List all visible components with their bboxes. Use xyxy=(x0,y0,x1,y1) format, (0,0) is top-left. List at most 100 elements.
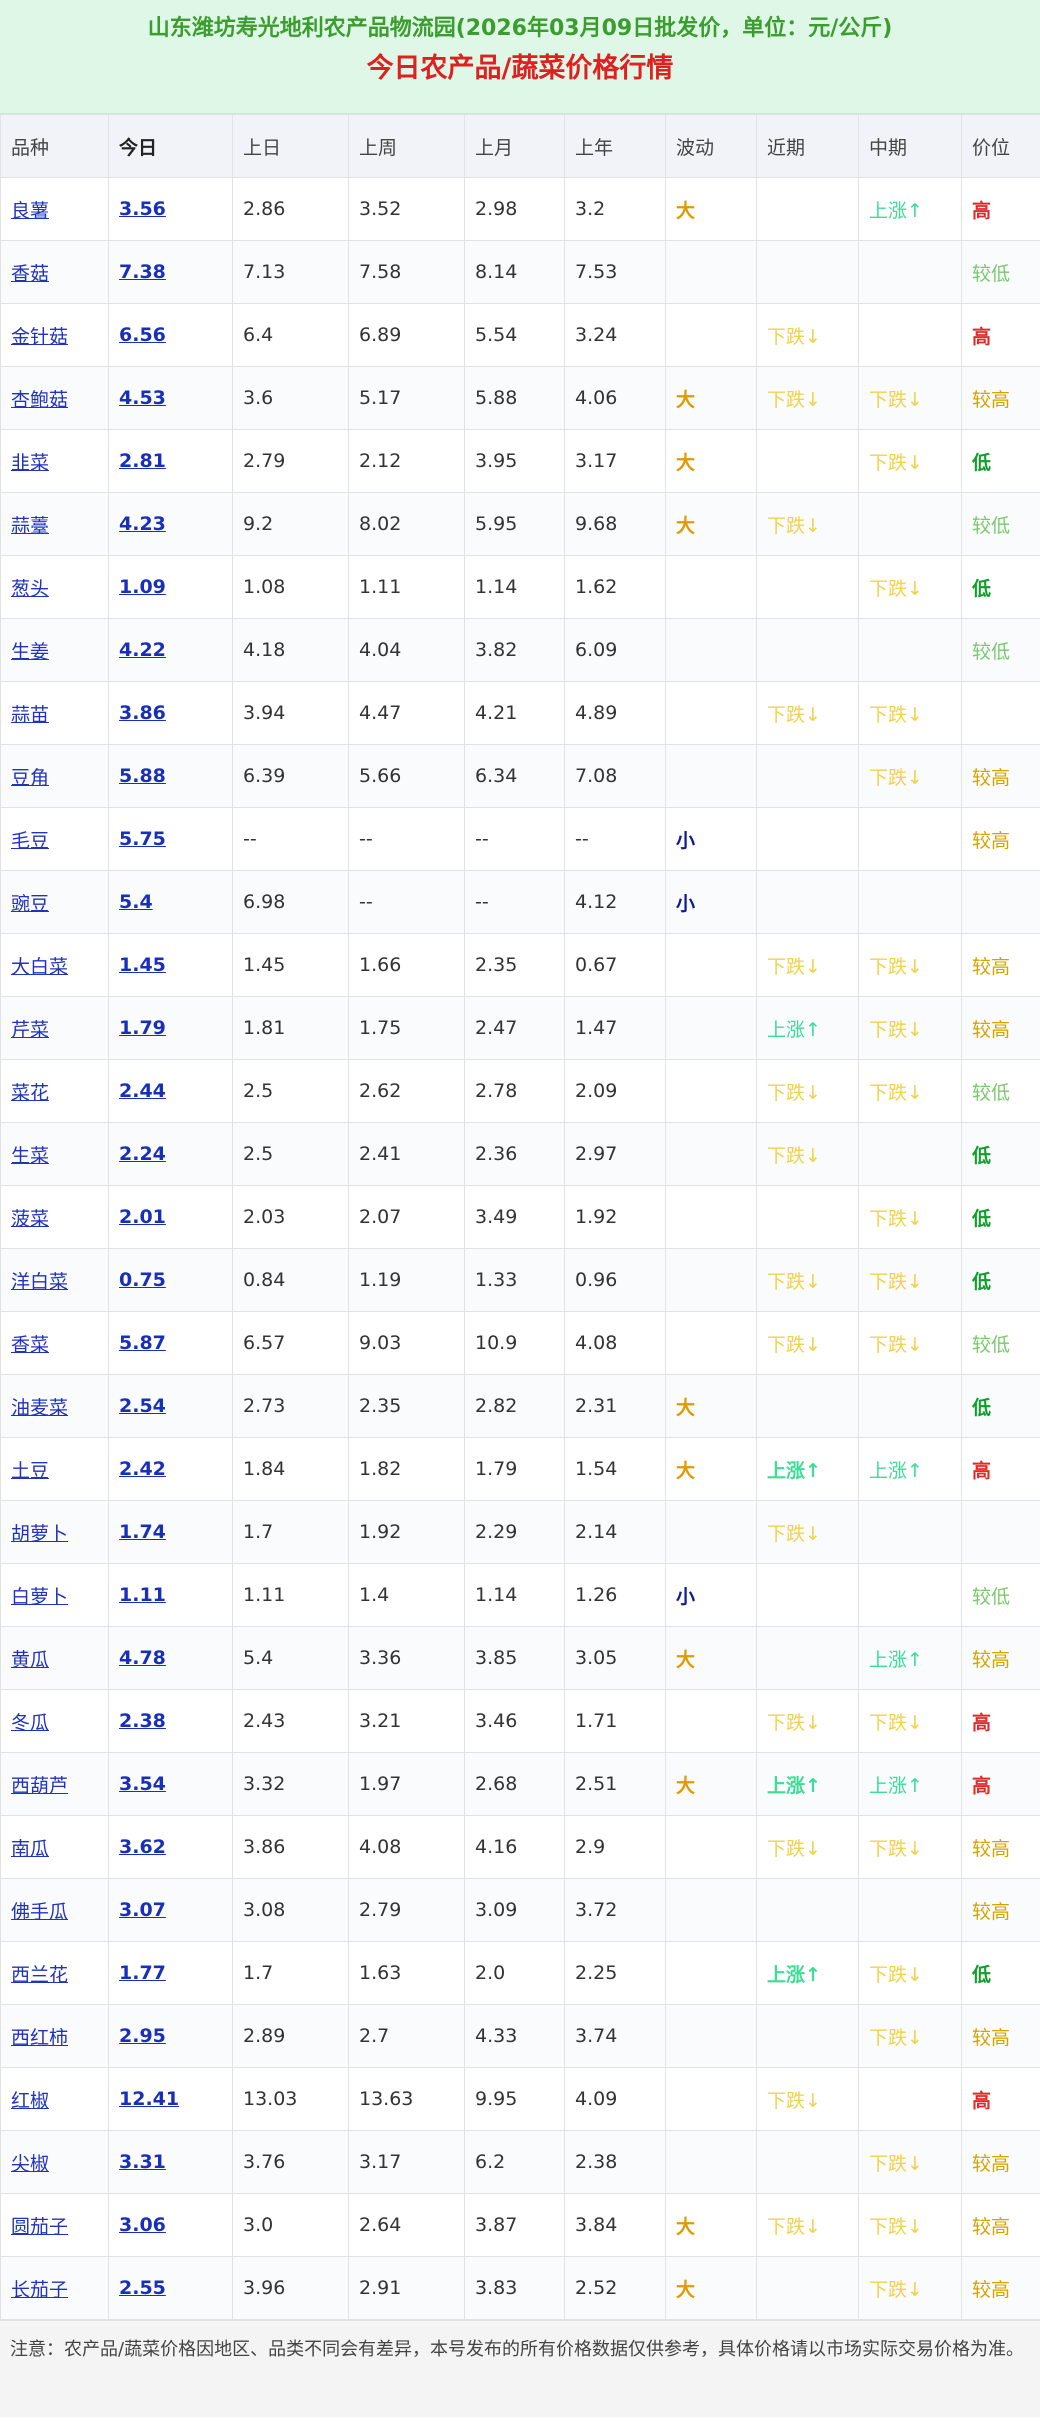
mid-trend-cell: 上涨↑ xyxy=(858,177,962,241)
today-price-link[interactable]: 5.87 xyxy=(119,1332,166,1354)
today-price-link-cell: 2.38 xyxy=(108,1689,233,1753)
product-name-link[interactable]: 生菜 xyxy=(11,1145,49,1167)
today-price-link[interactable]: 4.23 xyxy=(119,513,166,535)
product-name-link[interactable]: 杏鲍菇 xyxy=(11,389,68,411)
col-header-prev-week[interactable]: 上周 xyxy=(348,114,465,178)
today-price-link[interactable]: 2.55 xyxy=(119,2277,166,2299)
today-price-link[interactable]: 3.31 xyxy=(119,2151,166,2173)
today-price-link[interactable]: 2.38 xyxy=(119,1710,166,1732)
product-name-link[interactable]: 毛豆 xyxy=(11,830,49,852)
col-header-prev-year[interactable]: 上年 xyxy=(564,114,666,178)
prev-month-price-cell: 2.35 xyxy=(464,933,565,997)
product-name-link[interactable]: 长茄子 xyxy=(11,2279,68,2301)
product-name-link[interactable]: 蒜薹 xyxy=(11,515,49,537)
today-price-link[interactable]: 2.54 xyxy=(119,1395,166,1417)
today-price-link[interactable]: 1.74 xyxy=(119,1521,166,1543)
today-price-link[interactable]: 3.07 xyxy=(119,1899,166,1921)
product-name-link[interactable]: 西葫芦 xyxy=(11,1775,68,1797)
prev-day-price-cell: 2.03 xyxy=(232,1185,349,1249)
col-header-fluctuation[interactable]: 波动 xyxy=(665,114,757,178)
product-name-link[interactable]: 圆茄子 xyxy=(11,2216,68,2238)
today-price-link[interactable]: 3.86 xyxy=(119,702,166,724)
today-price-link[interactable]: 0.75 xyxy=(119,1269,166,1291)
product-name-link[interactable]: 菠菜 xyxy=(11,1208,49,1230)
product-name-link[interactable]: 佛手瓜 xyxy=(11,1901,68,1923)
today-price-link[interactable]: 5.4 xyxy=(119,891,153,913)
product-name-link[interactable]: 豆角 xyxy=(11,767,49,789)
mid-trend: 下跌↓ xyxy=(869,1711,923,1734)
today-price-link[interactable]: 2.81 xyxy=(119,450,166,472)
today-price-link[interactable]: 1.11 xyxy=(119,1584,166,1606)
today-price-link[interactable]: 2.24 xyxy=(119,1143,166,1165)
prev-year-price-cell: 4.06 xyxy=(564,366,666,430)
product-name-link[interactable]: 良薯 xyxy=(11,200,49,222)
product-name-link[interactable]: 油麦菜 xyxy=(11,1397,68,1419)
today-price-link[interactable]: 1.77 xyxy=(119,1962,166,1984)
product-name-link[interactable]: 葱头 xyxy=(11,578,49,600)
recent-trend-cell: 上涨↑ xyxy=(756,1437,859,1501)
product-name-link[interactable]: 韭菜 xyxy=(11,452,49,474)
product-name-link[interactable]: 洋白菜 xyxy=(11,1271,68,1293)
col-header-level[interactable]: 价位 xyxy=(961,114,1040,178)
col-header-name[interactable]: 品种 xyxy=(0,114,109,178)
product-name-link[interactable]: 菜花 xyxy=(11,1082,49,1104)
today-price-link[interactable]: 5.75 xyxy=(119,828,166,850)
fluctuation-cell: 大 xyxy=(665,429,757,493)
product-name-link[interactable]: 香菇 xyxy=(11,263,49,285)
col-header-prev-day[interactable]: 上日 xyxy=(232,114,349,178)
today-price-link[interactable]: 2.44 xyxy=(119,1080,166,1102)
prev-year-price-cell: 1.92 xyxy=(564,1185,666,1249)
mid-trend: 下跌↓ xyxy=(869,766,923,789)
product-name-link[interactable]: 冬瓜 xyxy=(11,1712,49,1734)
product-name-link[interactable]: 胡萝卜 xyxy=(11,1523,68,1545)
prev-week-price: 1.92 xyxy=(359,1521,402,1543)
price-level: 低 xyxy=(972,1144,992,1167)
product-name-link[interactable]: 红椒 xyxy=(11,2090,49,2112)
col-header-recent[interactable]: 近期 xyxy=(756,114,859,178)
today-price-link[interactable]: 4.78 xyxy=(119,1647,166,1669)
col-header-prev-month[interactable]: 上月 xyxy=(464,114,565,178)
product-name-link[interactable]: 西红柿 xyxy=(11,2027,68,2049)
today-price-link[interactable]: 2.95 xyxy=(119,2025,166,2047)
price-level-cell: 较高 xyxy=(961,807,1040,871)
today-price-link[interactable]: 2.42 xyxy=(119,1458,166,1480)
product-name-link[interactable]: 大白菜 xyxy=(11,956,68,978)
product-name-link[interactable]: 黄瓜 xyxy=(11,1649,49,1671)
today-price-link[interactable]: 1.45 xyxy=(119,954,166,976)
today-price-link[interactable]: 2.01 xyxy=(119,1206,166,1228)
product-name-link[interactable]: 西兰花 xyxy=(11,1964,68,1986)
product-name-link[interactable]: 南瓜 xyxy=(11,1838,49,1860)
product-name-link[interactable]: 金针菇 xyxy=(11,326,68,348)
product-name-link[interactable]: 土豆 xyxy=(11,1460,49,1482)
prev-day-price: 3.08 xyxy=(243,1899,286,1921)
prev-year-price: 2.25 xyxy=(575,1962,618,1984)
today-price-link[interactable]: 5.88 xyxy=(119,765,166,787)
product-name-link[interactable]: 芹菜 xyxy=(11,1019,49,1041)
today-price-link[interactable]: 3.06 xyxy=(119,2214,166,2236)
today-price-link[interactable]: 6.56 xyxy=(119,324,166,346)
today-price-link[interactable]: 3.62 xyxy=(119,1836,166,1858)
prev-month-price: 2.78 xyxy=(475,1080,518,1102)
today-price-link[interactable]: 1.09 xyxy=(119,576,166,598)
product-name-link[interactable]: 白萝卜 xyxy=(11,1586,68,1608)
today-price-link[interactable]: 4.53 xyxy=(119,387,166,409)
today-price-link-cell: 5.75 xyxy=(108,807,233,871)
product-name-link[interactable]: 尖椒 xyxy=(11,2153,49,2175)
today-price-link[interactable]: 12.41 xyxy=(119,2088,179,2110)
col-header-mid[interactable]: 中期 xyxy=(858,114,962,178)
product-name-link[interactable]: 蒜苗 xyxy=(11,704,49,726)
today-price-link[interactable]: 3.54 xyxy=(119,1773,166,1795)
prev-week-price-cell: 5.66 xyxy=(348,744,465,808)
mid-trend-cell: 上涨↑ xyxy=(858,1752,962,1816)
today-price-link[interactable]: 3.56 xyxy=(119,198,166,220)
today-price-link[interactable]: 4.22 xyxy=(119,639,166,661)
product-name-link[interactable]: 豌豆 xyxy=(11,893,49,915)
product-name-link[interactable]: 生姜 xyxy=(11,641,49,663)
prev-day-price: -- xyxy=(243,828,257,850)
prev-year-price-cell: 7.08 xyxy=(564,744,666,808)
today-price-link[interactable]: 1.79 xyxy=(119,1017,166,1039)
col-header-today[interactable]: 今日 xyxy=(108,114,233,178)
recent-trend-cell: 下跌↓ xyxy=(756,1248,859,1312)
today-price-link[interactable]: 7.38 xyxy=(119,261,166,283)
product-name-link[interactable]: 香菜 xyxy=(11,1334,49,1356)
